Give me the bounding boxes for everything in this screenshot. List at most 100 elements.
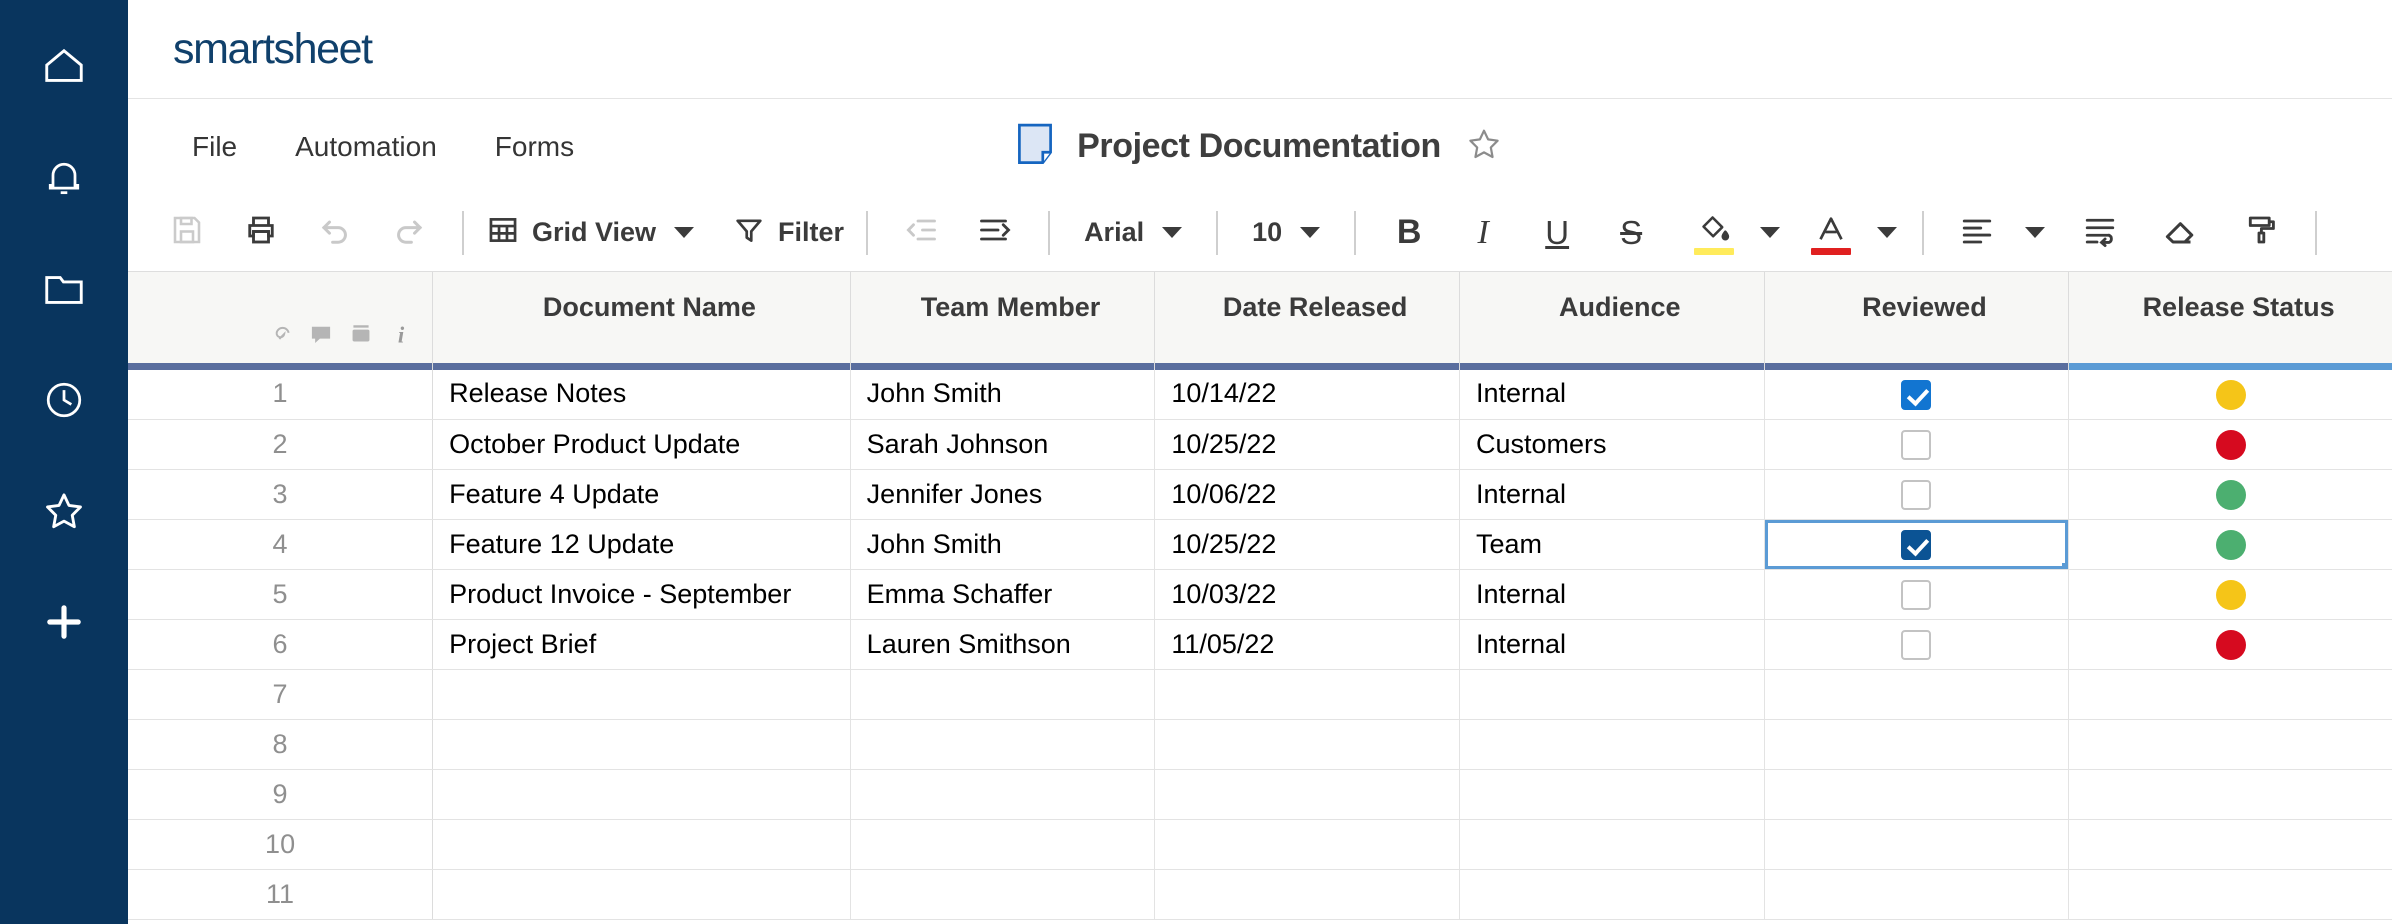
view-selector[interactable]: Grid View <box>480 213 700 252</box>
checkbox-checked[interactable] <box>1901 530 1931 560</box>
cell-date-released[interactable]: 10/25/22 <box>1155 519 1460 569</box>
cell-team-member[interactable] <box>850 719 1155 769</box>
align-dropdown[interactable] <box>2020 205 2050 261</box>
table-row[interactable]: 7 <box>128 669 2392 719</box>
table-row[interactable]: 6Project BriefLauren Smithson11/05/22Int… <box>128 619 2392 669</box>
font-color-dropdown[interactable] <box>1872 205 1902 261</box>
cell-audience[interactable] <box>1459 669 1764 719</box>
table-row[interactable]: 1Release NotesJohn Smith10/14/22Internal <box>128 369 2392 419</box>
checkbox-unchecked[interactable] <box>1901 480 1931 510</box>
row-number[interactable]: 7 <box>128 669 433 719</box>
underline-button[interactable]: U <box>1529 205 1585 261</box>
sidebar-item-recents[interactable] <box>27 363 101 437</box>
menu-item-file[interactable]: File <box>168 121 261 173</box>
sidebar-item-create[interactable] <box>27 585 101 659</box>
cell-team-member[interactable] <box>850 869 1155 919</box>
cell-release-status[interactable] <box>2069 669 2392 719</box>
table-row[interactable]: 3Feature 4 UpdateJennifer Jones10/06/22I… <box>128 469 2392 519</box>
cell-team-member[interactable]: John Smith <box>850 519 1155 569</box>
cell-document-name[interactable]: Feature 12 Update <box>433 519 851 569</box>
info-icon[interactable]: i <box>388 322 414 355</box>
sidebar-item-notifications[interactable] <box>27 141 101 215</box>
checkbox-checked[interactable] <box>1901 380 1931 410</box>
cell-date-released[interactable] <box>1155 819 1460 869</box>
row-number[interactable]: 8 <box>128 719 433 769</box>
cell-date-released[interactable] <box>1155 719 1460 769</box>
cell-team-member[interactable]: Sarah Johnson <box>850 419 1155 469</box>
cell-reviewed-checkbox[interactable] <box>1764 419 2069 469</box>
cell-date-released[interactable]: 10/03/22 <box>1155 569 1460 619</box>
cell-date-released[interactable]: 10/14/22 <box>1155 369 1460 419</box>
cell-release-status[interactable] <box>2069 569 2392 619</box>
cell-release-status[interactable] <box>2069 369 2392 419</box>
align-button[interactable] <box>1949 205 2005 261</box>
bold-button[interactable]: B <box>1381 205 1437 261</box>
cell-audience[interactable]: Internal <box>1459 369 1764 419</box>
wrap-text-button[interactable] <box>2072 205 2128 261</box>
table-row[interactable]: 10 <box>128 819 2392 869</box>
cell-document-name[interactable]: October Product Update <box>433 419 851 469</box>
cell-reviewed-checkbox[interactable] <box>1764 719 2069 769</box>
cell-document-name[interactable]: Release Notes <box>433 369 851 419</box>
cell-audience[interactable] <box>1459 819 1764 869</box>
cell-date-released[interactable]: 10/06/22 <box>1155 469 1460 519</box>
italic-button[interactable]: I <box>1455 205 1511 261</box>
cell-audience[interactable]: Team <box>1459 519 1764 569</box>
print-button[interactable] <box>233 205 289 261</box>
cell-team-member[interactable]: Lauren Smithson <box>850 619 1155 669</box>
cell-team-member[interactable] <box>850 769 1155 819</box>
row-number[interactable]: 11 <box>128 869 433 919</box>
row-number[interactable]: 4 <box>128 519 433 569</box>
indent-button[interactable] <box>967 205 1023 261</box>
column-header-team-member[interactable]: Team Member <box>850 272 1155 369</box>
checkbox-unchecked[interactable] <box>1901 580 1931 610</box>
cell-date-released[interactable]: 10/25/22 <box>1155 419 1460 469</box>
cell-release-status[interactable] <box>2069 419 2392 469</box>
row-number[interactable]: 5 <box>128 569 433 619</box>
column-header-document-name[interactable]: Document Name <box>433 272 851 369</box>
cell-release-status[interactable] <box>2069 469 2392 519</box>
save-button[interactable] <box>159 205 215 261</box>
row-number[interactable]: 1 <box>128 369 433 419</box>
cell-audience[interactable] <box>1459 869 1764 919</box>
cell-team-member[interactable]: John Smith <box>850 369 1155 419</box>
cell-date-released[interactable]: 11/05/22 <box>1155 619 1460 669</box>
cell-document-name[interactable]: Project Brief <box>433 619 851 669</box>
checkbox-unchecked[interactable] <box>1901 430 1931 460</box>
smartsheet-logo[interactable]: smartsheet <box>173 25 372 74</box>
format-painter-button[interactable] <box>2234 205 2290 261</box>
clear-format-button[interactable] <box>2153 205 2209 261</box>
sheet-grid[interactable]: i Document Name Team Member <box>128 272 2392 924</box>
row-number[interactable]: 6 <box>128 619 433 669</box>
font-family-selector[interactable]: Arial <box>1066 217 1200 248</box>
cell-reviewed-checkbox[interactable] <box>1764 669 2069 719</box>
cell-reviewed-checkbox[interactable] <box>1764 369 2069 419</box>
cell-audience[interactable]: Internal <box>1459 469 1764 519</box>
cell-date-released[interactable] <box>1155 769 1460 819</box>
fill-color-dropdown[interactable] <box>1755 205 1785 261</box>
table-row[interactable]: 4Feature 12 UpdateJohn Smith10/25/22Team <box>128 519 2392 569</box>
cell-document-name[interactable] <box>433 669 851 719</box>
row-number[interactable]: 10 <box>128 819 433 869</box>
proof-icon[interactable] <box>348 322 374 355</box>
strikethrough-button[interactable]: S <box>1603 205 1659 261</box>
table-row[interactable]: 11 <box>128 869 2392 919</box>
row-number[interactable]: 9 <box>128 769 433 819</box>
table-row[interactable]: 2October Product UpdateSarah Johnson10/2… <box>128 419 2392 469</box>
cell-reviewed-checkbox[interactable] <box>1764 819 2069 869</box>
cell-document-name[interactable] <box>433 819 851 869</box>
comment-icon[interactable] <box>308 322 334 355</box>
row-number[interactable]: 3 <box>128 469 433 519</box>
cell-reviewed-checkbox[interactable] <box>1764 769 2069 819</box>
cell-document-name[interactable] <box>433 719 851 769</box>
sidebar-item-browse[interactable] <box>27 252 101 326</box>
column-header-reviewed[interactable]: Reviewed <box>1764 272 2069 369</box>
cell-team-member[interactable] <box>850 819 1155 869</box>
attachment-icon[interactable] <box>268 322 294 355</box>
checkbox-unchecked[interactable] <box>1901 630 1931 660</box>
table-row[interactable]: 8 <box>128 719 2392 769</box>
cell-audience[interactable]: Customers <box>1459 419 1764 469</box>
cell-audience[interactable]: Internal <box>1459 619 1764 669</box>
cell-team-member[interactable] <box>850 669 1155 719</box>
outdent-button[interactable] <box>893 205 949 261</box>
